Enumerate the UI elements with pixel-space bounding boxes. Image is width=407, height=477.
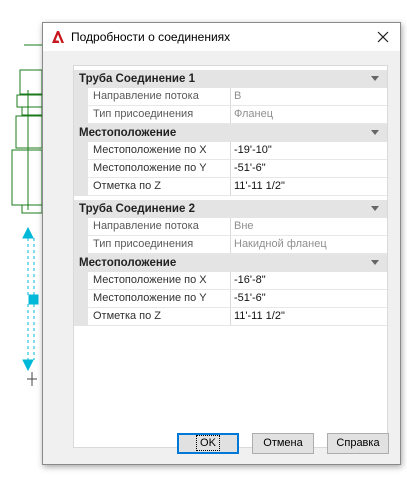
property-name: Направление потока (88, 88, 231, 106)
category-location-2[interactable]: Местоположение (74, 254, 387, 272)
property-value: -19'-10" (231, 142, 387, 160)
property-row-location-x-1[interactable]: Местоположение по X -19'-10" (74, 142, 387, 160)
collapse-arrow-icon[interactable] (371, 76, 379, 81)
close-icon (377, 31, 389, 43)
property-name: Местоположение по X (88, 142, 231, 160)
property-row-location-y-2[interactable]: Местоположение по Y -51'-6" (74, 290, 387, 308)
property-name: Местоположение по X (88, 272, 231, 290)
property-value: 11'-11 1/2" (231, 178, 387, 196)
autocad-a-icon (51, 30, 65, 44)
property-name: Тип присоединения (88, 236, 231, 254)
property-row-connection-type-1[interactable]: Тип присоединения Фланец (74, 106, 387, 124)
property-value: -51'-6" (231, 160, 387, 178)
collapse-arrow-icon[interactable] (371, 206, 379, 211)
category-location-1[interactable]: Местоположение (74, 124, 387, 142)
plus-cursor-icon (27, 372, 37, 386)
property-row-elevation-z-1[interactable]: Отметка по Z 11'-11 1/2" (74, 178, 387, 196)
collapse-arrow-icon[interactable] (371, 130, 379, 135)
property-row-flow-direction-1[interactable]: Направление потока В (74, 88, 387, 106)
pipe-fitting-drawing (11, 44, 43, 214)
property-value: Накидной фланец (231, 236, 387, 254)
property-name: Местоположение по Y (88, 160, 231, 178)
cancel-button[interactable]: Отмена (252, 433, 314, 454)
property-row-location-y-1[interactable]: Местоположение по Y -51'-6" (74, 160, 387, 178)
property-name: Направление потока (88, 218, 231, 236)
property-name: Отметка по Z (88, 308, 231, 326)
property-row-elevation-z-2[interactable]: Отметка по Z 11'-11 1/2" (74, 308, 387, 326)
property-value: -16'-8" (231, 272, 387, 290)
property-grid: Труба Соединение 1 Направление потока В … (73, 65, 388, 448)
property-value: В (231, 88, 387, 106)
dialog-titlebar[interactable]: Подробности о соединениях (43, 23, 400, 51)
category-connection-1[interactable]: Труба Соединение 1 (74, 70, 387, 88)
ok-button[interactable]: OK (177, 433, 239, 454)
connection-markers (22, 226, 39, 372)
collapse-arrow-icon[interactable] (371, 260, 379, 265)
grip-square-icon (28, 294, 39, 305)
property-name: Отметка по Z (88, 178, 231, 196)
cancel-button-label: Отмена (263, 437, 303, 449)
property-name: Тип присоединения (88, 106, 231, 124)
category-connection-2[interactable]: Труба Соединение 2 (74, 200, 387, 218)
ok-button-label: OK (196, 435, 220, 451)
help-button[interactable]: Справка (327, 433, 389, 454)
property-value: 11'-11 1/2" (231, 308, 387, 326)
connection-details-dialog: Подробности о соединениях Труба Соединен… (42, 22, 401, 465)
property-row-location-x-2[interactable]: Местоположение по X -16'-8" (74, 272, 387, 290)
connection-arrow-top-icon (22, 226, 34, 239)
category-label: Местоположение (79, 126, 177, 139)
category-label: Труба Соединение 1 (79, 72, 195, 85)
connection-arrow-bottom-icon (22, 359, 34, 372)
category-label: Труба Соединение 2 (79, 202, 195, 215)
property-row-connection-type-2[interactable]: Тип присоединения Накидной фланец (74, 236, 387, 254)
property-name: Местоположение по Y (88, 290, 231, 308)
close-button[interactable] (372, 26, 394, 48)
property-value: -51'-6" (231, 290, 387, 308)
dialog-title: Подробности о соединениях (71, 30, 231, 44)
property-value: Фланец (231, 106, 387, 124)
property-row-flow-direction-2[interactable]: Направление потока Вне (74, 218, 387, 236)
help-button-label: Справка (336, 437, 380, 449)
property-value: Вне (231, 218, 387, 236)
category-label: Местоположение (79, 256, 177, 269)
